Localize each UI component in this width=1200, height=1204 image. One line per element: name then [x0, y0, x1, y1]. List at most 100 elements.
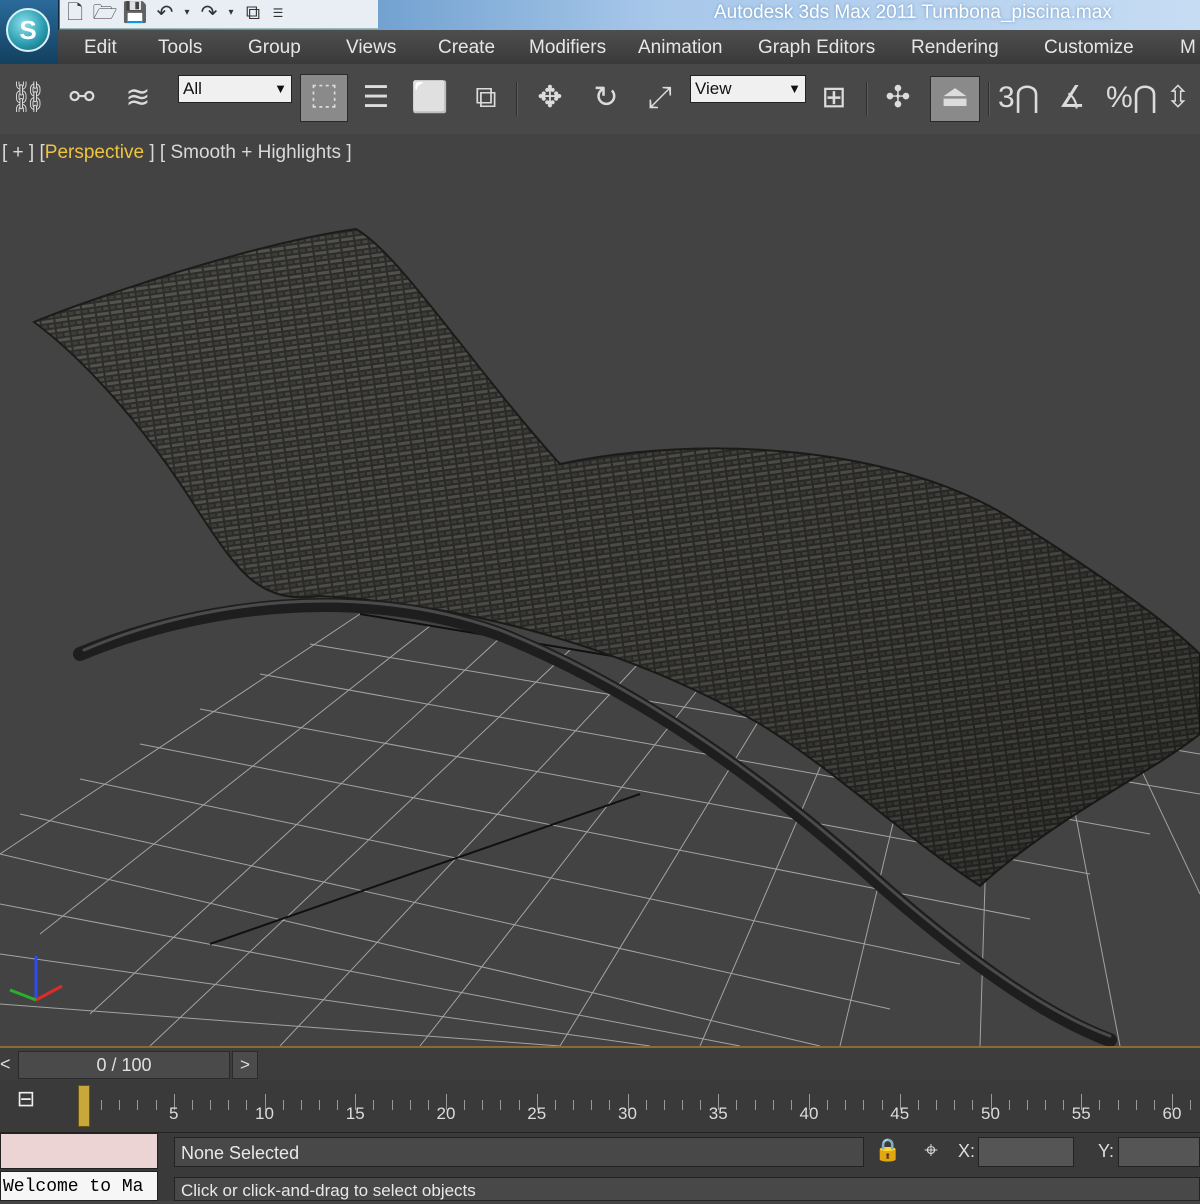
track-tick-label: 20	[436, 1104, 456, 1123]
track-ruler[interactable]: 051015202530354045505560	[78, 1080, 1200, 1132]
pivot-center-icon[interactable]: ⊞	[814, 78, 854, 118]
track-tick	[119, 1100, 121, 1110]
unlink-selection-icon[interactable]: ⚯	[62, 78, 102, 118]
undo-icon[interactable]: ↶	[150, 2, 180, 26]
track-tick	[1026, 1100, 1028, 1110]
menu-edit[interactable]: Edit	[84, 37, 117, 59]
status-bar: Welcome to Ma None Selected 🔒 ⌖ X: Y: Cl…	[0, 1132, 1200, 1201]
track-tick	[1135, 1100, 1137, 1110]
angle-snap-icon[interactable]: ∡	[1052, 78, 1092, 118]
perspective-viewport[interactable]: [ + ] [Perspective ] [ Smooth + Highligh…	[0, 134, 1200, 1046]
snaps-toggle-label: 3	[998, 81, 1015, 114]
window-title: Autodesk 3ds Max 2011 Tumbona_piscina.ma…	[714, 2, 1112, 23]
menu-modifiers[interactable]: Modifiers	[529, 37, 606, 59]
select-and-link-icon[interactable]: ⛓	[8, 78, 48, 118]
track-tick	[972, 1100, 974, 1110]
chevron-down-icon: ▼	[274, 81, 287, 96]
menu-create[interactable]: Create	[438, 37, 495, 59]
menu-tools[interactable]: Tools	[158, 37, 202, 59]
snaps-toggle-icon[interactable]: 3⋂	[998, 78, 1039, 118]
keyboard-shortcut-override-icon[interactable]: ⏏	[930, 76, 980, 122]
track-tick	[210, 1100, 212, 1110]
open-mini-curve-editor-icon[interactable]: ⊟	[6, 1086, 46, 1120]
track-tick	[282, 1100, 284, 1110]
selection-status: None Selected	[174, 1137, 864, 1167]
current-frame-marker[interactable]	[78, 1085, 90, 1127]
select-by-name-icon[interactable]: ☰	[356, 78, 396, 118]
window-crossing-icon[interactable]: ⧉	[466, 78, 506, 118]
select-and-move-icon[interactable]: ✥	[530, 78, 570, 118]
track-tick	[464, 1100, 466, 1110]
redo-icon[interactable]: ↷	[194, 2, 224, 26]
x-coordinate-field[interactable]	[978, 1137, 1074, 1167]
track-tick	[917, 1100, 919, 1110]
new-file-icon[interactable]: 🗋	[60, 2, 90, 26]
main-toolbar: ⛓ ⚯ ≋ All ▼ ⬚ ☰ ⬜ ⧉ ✥ ↻ ⤢ View ▼ ⊞ ✣ ⏏ 3…	[0, 64, 1200, 135]
select-and-scale-icon[interactable]: ⤢	[640, 78, 680, 118]
redo-dropdown-icon[interactable]: ▾	[224, 2, 238, 26]
rectangular-selection-region-icon[interactable]: ⬜	[410, 78, 450, 118]
track-tick	[645, 1100, 647, 1110]
application-button[interactable]: S	[0, 0, 59, 64]
axis-tripod	[9, 956, 63, 1002]
track-tick	[373, 1100, 375, 1110]
menu-customize[interactable]: Customize	[1044, 37, 1134, 59]
viewport-shading-mode[interactable]: Smooth + Highlights	[170, 142, 341, 163]
project-folder-icon[interactable]: ⧉	[238, 2, 268, 26]
toolbar-separator	[988, 82, 990, 116]
track-tick	[482, 1100, 484, 1110]
bind-to-space-warp-icon[interactable]: ≋	[118, 78, 158, 118]
menu-rendering[interactable]: Rendering	[911, 37, 999, 59]
menu-more[interactable]: M	[1180, 37, 1196, 59]
track-tick	[591, 1100, 593, 1110]
track-tick	[936, 1100, 938, 1110]
track-tick	[1153, 1100, 1155, 1110]
undo-dropdown-icon[interactable]: ▾	[180, 2, 194, 26]
menu-group[interactable]: Group	[248, 37, 301, 59]
spinner-snap-icon[interactable]: ⇳	[1158, 78, 1198, 118]
track-tick	[337, 1100, 339, 1110]
save-icon[interactable]: 💾	[120, 2, 150, 26]
menu-graph-editors[interactable]: Graph Editors	[758, 37, 875, 59]
toolbar-separator	[516, 82, 518, 116]
selection-filter-dropdown[interactable]: All ▼	[178, 75, 292, 103]
select-object-icon[interactable]: ⬚	[300, 74, 348, 122]
track-tick-label: 35	[708, 1104, 728, 1123]
reference-coordinate-dropdown[interactable]: View ▼	[690, 75, 806, 103]
selection-filter-value: All	[183, 79, 202, 98]
select-and-rotate-icon[interactable]: ↻	[586, 78, 626, 118]
track-tick	[609, 1100, 611, 1110]
viewport-label-sep: ] [	[144, 142, 171, 163]
x-coordinate-label: X:	[958, 1141, 976, 1161]
select-and-manipulate-icon[interactable]: ✣	[878, 78, 918, 118]
track-tick-label: 5	[169, 1104, 179, 1123]
absolute-mode-icon[interactable]: ⌖	[916, 1137, 946, 1167]
track-tick	[191, 1100, 193, 1110]
percent-snap-icon[interactable]: %⋂	[1106, 78, 1157, 118]
qa-customize-icon[interactable]: ☰	[268, 2, 288, 26]
track-tick	[246, 1100, 248, 1110]
track-tick	[772, 1100, 774, 1110]
chevron-down-icon: ▼	[788, 81, 801, 96]
viewport-point-of-view[interactable]: Perspective	[45, 142, 144, 163]
time-slider-thumb[interactable]: 0 / 100	[18, 1051, 230, 1079]
menu-views[interactable]: Views	[346, 37, 396, 59]
track-tick	[754, 1100, 756, 1110]
prompt-line: Click or click-and-drag to select object…	[174, 1177, 1200, 1201]
toolbar-separator	[866, 82, 868, 116]
maxscript-listener-output[interactable]	[0, 1133, 158, 1169]
track-tick-label: 15	[345, 1104, 365, 1123]
y-coordinate-field[interactable]	[1118, 1137, 1200, 1167]
time-slider-next-button[interactable]: >	[232, 1051, 258, 1079]
viewport-label[interactable]: [ + ] [Perspective ] [ Smooth + Highligh…	[2, 142, 352, 164]
viewport-menu-plus[interactable]: [ + ] [	[2, 142, 45, 163]
track-tick-label: 40	[799, 1104, 819, 1123]
track-bar: ⊟ 051015202530354045505560	[0, 1080, 1200, 1132]
selection-lock-icon[interactable]: 🔒	[874, 1137, 901, 1167]
open-file-icon[interactable]: 🗁	[90, 2, 120, 26]
track-tick	[790, 1100, 792, 1110]
track-tick	[427, 1100, 429, 1110]
time-slider-prev-button[interactable]: <	[0, 1054, 18, 1078]
maxscript-listener-input[interactable]: Welcome to Ma	[0, 1171, 158, 1201]
menu-animation[interactable]: Animation	[638, 37, 723, 59]
